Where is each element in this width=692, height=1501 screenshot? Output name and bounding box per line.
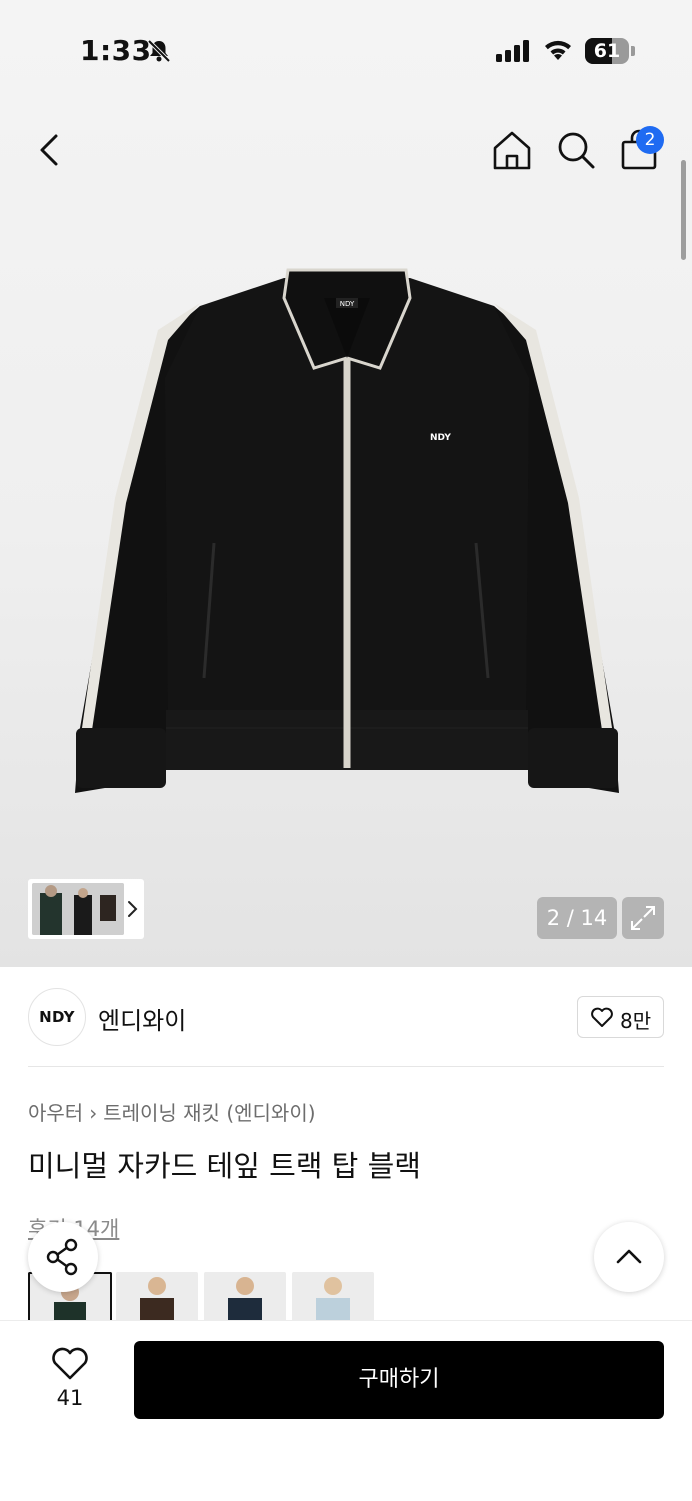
color-option[interactable] <box>204 1272 286 1320</box>
scrollbar[interactable] <box>681 160 686 260</box>
svg-text:NDY: NDY <box>430 433 451 443</box>
brand-like-button[interactable]: 8만 <box>577 996 664 1038</box>
signal-icon <box>496 40 529 62</box>
back-icon[interactable] <box>28 128 72 172</box>
wish-count: 41 <box>56 1386 84 1410</box>
share-icon <box>46 1238 78 1276</box>
brand-like-count: 8만 <box>620 1009 652 1033</box>
buy-button[interactable]: 구매하기 <box>134 1341 664 1419</box>
divider <box>28 1066 664 1067</box>
battery-indicator: 61 <box>585 38 635 64</box>
breadcrumb-subcategory[interactable]: 트레이닝 재킷 (엔디와이) <box>103 1101 315 1125</box>
bell-slash-icon <box>147 39 171 63</box>
expand-icon <box>631 906 655 930</box>
scroll-to-top-button[interactable] <box>594 1222 664 1292</box>
product-image: NDY NDY <box>75 268 619 793</box>
cart-count-badge: 2 <box>636 126 664 154</box>
expand-button[interactable] <box>622 897 664 939</box>
wifi-icon <box>545 40 571 60</box>
brand-name[interactable]: 엔디와이 <box>98 1001 186 1036</box>
brand-logo[interactable]: NDY <box>28 988 86 1046</box>
breadcrumb-category[interactable]: 아우터 <box>28 1101 83 1125</box>
gallery-thumbnail[interactable] <box>32 883 124 935</box>
status-time: 1:33 <box>80 34 152 67</box>
breadcrumb: 아우터 › 트레이닝 재킷 (엔디와이) <box>28 1097 316 1126</box>
product-title: 미니멀 자카드 테잎 트랙 탑 블랙 <box>28 1149 421 1183</box>
chevron-up-icon <box>616 1249 642 1264</box>
image-counter: 2 / 14 <box>537 897 617 939</box>
gallery-thumbnail-strip[interactable] <box>28 879 144 939</box>
search-icon[interactable] <box>554 128 598 172</box>
color-option[interactable] <box>292 1272 374 1320</box>
color-option[interactable] <box>116 1272 198 1320</box>
home-icon[interactable] <box>490 128 534 172</box>
heart-icon[interactable] <box>50 1345 90 1381</box>
breadcrumb-separator: › <box>89 1101 98 1125</box>
chevron-right-icon[interactable] <box>124 897 140 921</box>
share-button[interactable] <box>28 1222 98 1292</box>
svg-text:NDY: NDY <box>340 300 355 308</box>
heart-icon <box>591 1007 613 1027</box>
